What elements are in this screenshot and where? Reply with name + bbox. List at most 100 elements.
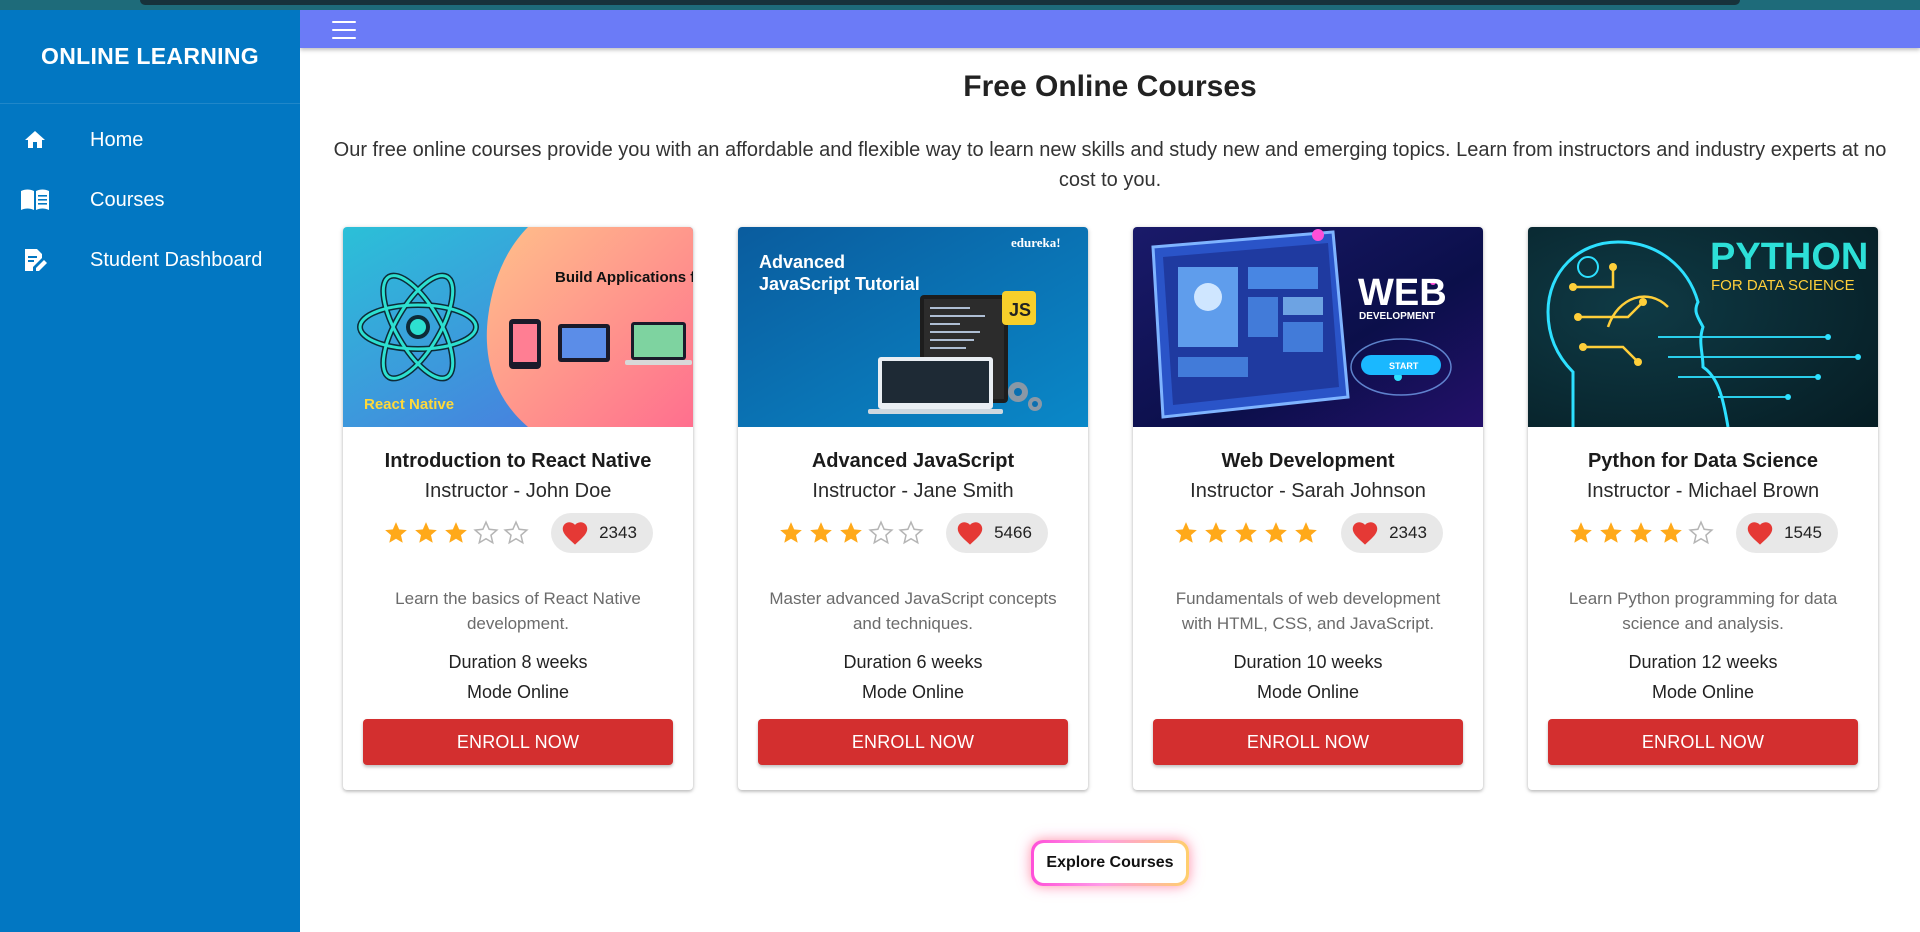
course-title: Python for Data Science xyxy=(1587,450,1819,472)
course-mode: Mode Online xyxy=(861,682,965,702)
rating-row: 1545 xyxy=(1528,513,1878,553)
course-duration: Duration 10 weeks xyxy=(1233,652,1383,672)
star-rating[interactable] xyxy=(1568,520,1714,546)
enroll-button[interactable]: ENROLL NOW xyxy=(758,719,1068,765)
star-filled-icon[interactable] xyxy=(1173,520,1199,546)
course-mode: Mode Online xyxy=(466,682,570,702)
star-filled-icon[interactable] xyxy=(1233,520,1259,546)
course-image-react-native: Build Applications for React Native xyxy=(343,227,693,427)
intro-text: Our free online courses provide you with… xyxy=(333,139,1887,191)
like-count: 2343 xyxy=(1389,523,1427,542)
star-rating[interactable] xyxy=(778,520,924,546)
enroll-button[interactable]: ENROLL NOW xyxy=(1153,719,1463,765)
rating-row: 5466 xyxy=(738,513,1088,553)
course-duration: Duration 8 weeks xyxy=(448,652,588,672)
star-rating[interactable] xyxy=(383,520,529,546)
image-start-button: START xyxy=(1389,361,1419,371)
enroll-button[interactable]: ENROLL NOW xyxy=(1548,719,1858,765)
star-filled-icon[interactable] xyxy=(1658,520,1684,546)
heart-icon xyxy=(1352,522,1378,545)
like-button[interactable]: 2343 xyxy=(1341,513,1443,553)
sidebar-item-home[interactable]: Home xyxy=(0,110,300,170)
course-instructor: Instructor - Jane Smith xyxy=(812,480,1014,502)
star-filled-icon[interactable] xyxy=(1293,520,1319,546)
like-count: 1545 xyxy=(1784,523,1822,542)
edit-note-icon xyxy=(20,245,50,275)
course-mode: Mode Online xyxy=(1256,682,1360,702)
course-duration: Duration 6 weeks xyxy=(843,652,983,672)
image-headline: Advanced xyxy=(759,252,845,272)
heart-icon xyxy=(1747,522,1773,545)
like-button[interactable]: 5466 xyxy=(946,513,1048,553)
sidebar-item-courses[interactable]: Courses xyxy=(0,170,300,230)
book-icon xyxy=(20,185,50,215)
sidebar-item-label: Student Dashboard xyxy=(90,248,263,271)
star-filled-icon[interactable] xyxy=(1568,520,1594,546)
home-icon xyxy=(20,125,50,155)
menu-icon[interactable] xyxy=(330,19,358,41)
star-outline-icon[interactable] xyxy=(898,520,924,546)
image-subline: FOR DATA SCIENCE xyxy=(1711,277,1855,294)
course-description: Master advanced JavaScript concepts and … xyxy=(769,589,1057,633)
course-description: Fundamentals of web development with HTM… xyxy=(1175,589,1441,633)
course-card: JS Advanced JavaScript Tutorial edureka!… xyxy=(738,227,1088,790)
course-image-python: PYTHON FOR DATA SCIENCE xyxy=(1528,227,1878,427)
star-filled-icon[interactable] xyxy=(1203,520,1229,546)
address-bar xyxy=(140,0,1740,5)
course-description: Learn the basics of React Native develop… xyxy=(395,589,641,633)
star-filled-icon[interactable] xyxy=(1598,520,1624,546)
like-button[interactable]: 2343 xyxy=(551,513,653,553)
star-rating[interactable] xyxy=(1173,520,1319,546)
app-bar xyxy=(300,10,1920,48)
sidebar-item-label: Home xyxy=(90,128,144,151)
like-count: 2343 xyxy=(599,523,637,542)
main-content: Free Online Courses Our free online cour… xyxy=(300,48,1920,932)
star-filled-icon[interactable] xyxy=(808,520,834,546)
course-card: Build Applications for React Native Intr… xyxy=(343,227,693,790)
course-instructor: Instructor - Sarah Johnson xyxy=(1190,480,1426,502)
star-outline-icon[interactable] xyxy=(503,520,529,546)
star-filled-icon[interactable] xyxy=(778,520,804,546)
star-filled-icon[interactable] xyxy=(443,520,469,546)
sidebar-item-label: Courses xyxy=(90,188,165,211)
heart-icon xyxy=(957,522,983,545)
course-duration: Duration 12 weeks xyxy=(1628,652,1778,672)
rating-row: 2343 xyxy=(1133,513,1483,553)
course-title: Introduction to React Native xyxy=(384,450,652,472)
star-outline-icon[interactable] xyxy=(473,520,499,546)
star-filled-icon[interactable] xyxy=(383,520,409,546)
explore-courses-button[interactable]: Explore Courses xyxy=(1034,843,1186,883)
image-headline: WEB xyxy=(1358,272,1447,314)
sidebar: ONLINE LEARNING Home Courses Student Das… xyxy=(0,10,300,932)
course-card: START WEB DEVELOPMENT Web Development In… xyxy=(1133,227,1483,790)
sidebar-item-student-dashboard[interactable]: Student Dashboard xyxy=(0,230,300,290)
image-headline: Build Applications for xyxy=(555,269,693,286)
star-filled-icon[interactable] xyxy=(838,520,864,546)
enroll-button[interactable]: ENROLL NOW xyxy=(363,719,673,765)
course-image-javascript: JS Advanced JavaScript Tutorial edureka! xyxy=(738,227,1088,427)
star-outline-icon[interactable] xyxy=(1688,520,1714,546)
star-filled-icon[interactable] xyxy=(1628,520,1654,546)
image-headline-2: JavaScript Tutorial xyxy=(759,274,920,294)
image-brand: edureka! xyxy=(1011,235,1061,250)
js-badge: JS xyxy=(1009,300,1031,320)
image-headline: PYTHON xyxy=(1710,236,1868,278)
star-filled-icon[interactable] xyxy=(1263,520,1289,546)
image-caption: React Native xyxy=(364,396,454,413)
star-outline-icon[interactable] xyxy=(868,520,894,546)
browser-top-strip xyxy=(0,0,1920,10)
brand-title: ONLINE LEARNING xyxy=(0,10,300,104)
image-subline: DEVELOPMENT xyxy=(1359,311,1435,322)
star-filled-icon[interactable] xyxy=(413,520,439,546)
course-title: Advanced JavaScript xyxy=(811,450,1015,472)
explore-button-frame: Explore Courses xyxy=(1031,840,1189,886)
rating-row: 2343 xyxy=(343,513,693,553)
course-description: Learn Python programming for data scienc… xyxy=(1568,589,1838,633)
course-title: Web Development xyxy=(1221,450,1395,472)
like-count: 5466 xyxy=(994,523,1032,542)
like-button[interactable]: 1545 xyxy=(1736,513,1838,553)
course-card: PYTHON FOR DATA SCIENCE Python for Data … xyxy=(1528,227,1878,790)
course-instructor: Instructor - Michael Brown xyxy=(1586,480,1820,502)
page-title: Free Online Courses xyxy=(963,70,1257,103)
heart-icon xyxy=(562,522,588,545)
